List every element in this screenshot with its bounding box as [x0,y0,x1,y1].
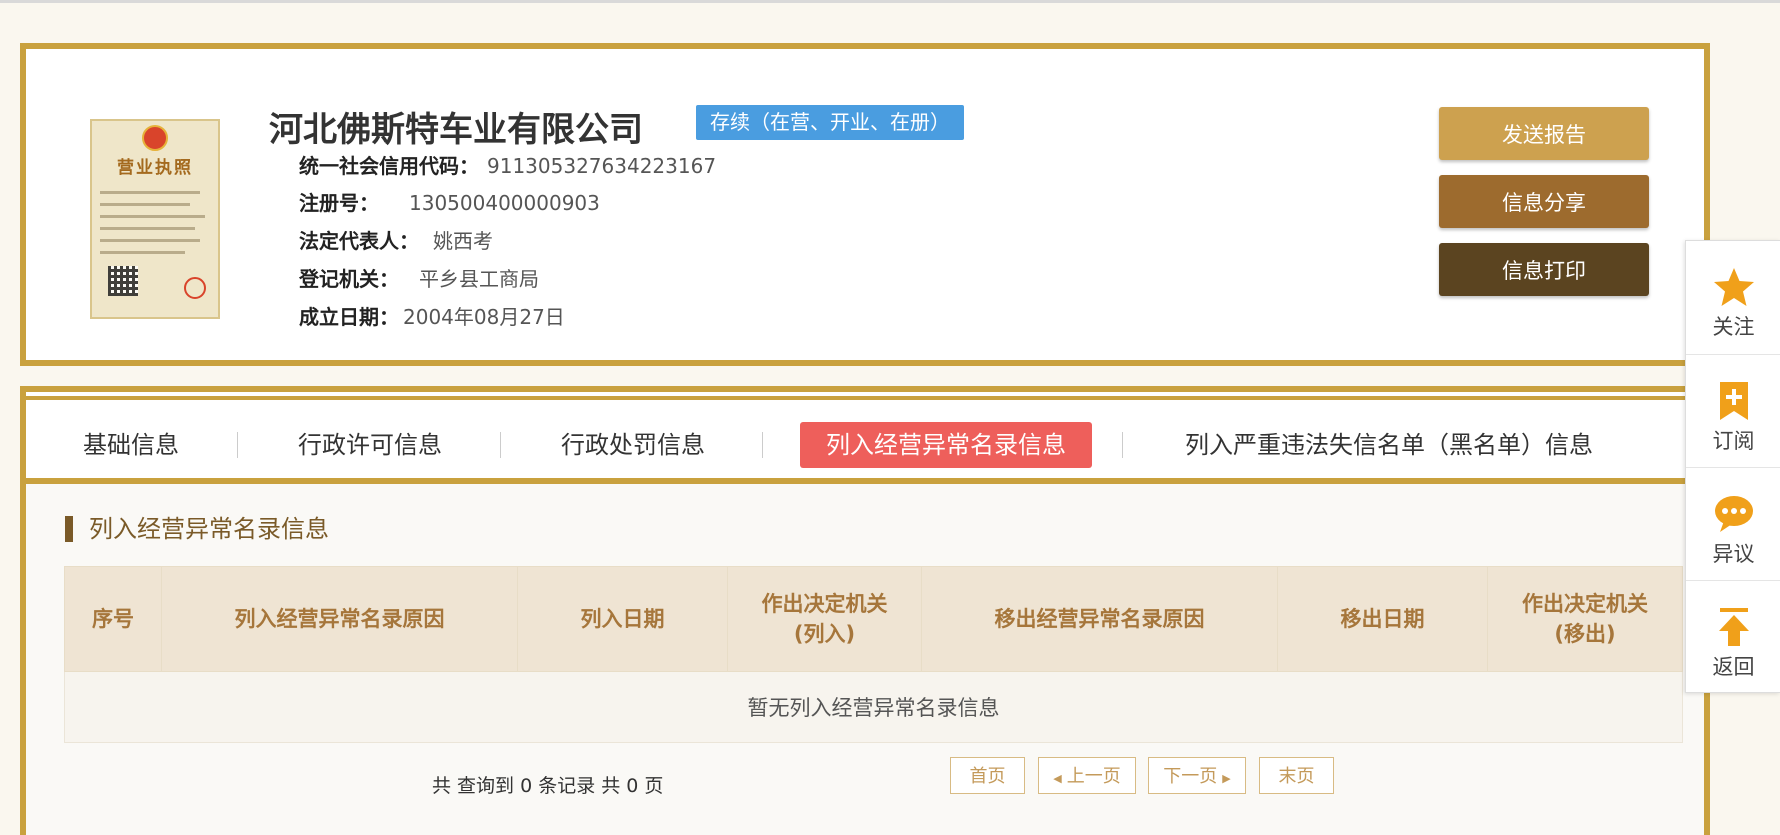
info-registration-authority: 登记机关： 平乡县工商局 [299,267,539,291]
tab-bar: 基础信息 行政许可信息 行政处罚信息 列入经营异常名录信息 列入严重违法失信名单… [26,386,1704,484]
column-header-listing-reason: 列入经营异常名录原因 [161,566,518,672]
column-header-removal-authority: 作出决定机关 (移出) [1487,566,1683,672]
back-to-top-button[interactable]: 返回 [1686,580,1780,694]
last-page-button[interactable]: 末页 [1259,757,1334,794]
pagination-summary: 共 查询到 0 条记录 共 0 页 [432,775,664,797]
section-title: 列入经营异常名录信息 [65,516,329,542]
follow-button[interactable]: 关注 [1686,241,1780,354]
star-icon [1713,268,1754,306]
company-name: 河北佛斯特车业有限公司 [269,110,643,150]
business-license-image: 营业执照 [90,119,220,319]
info-credit-code: 统一社会信用代码： 911305327634223167 [299,154,717,178]
status-badge: 存续（在营、开业、在册） [696,105,964,140]
abnormal-list-table: 序号 列入经营异常名录原因 列入日期 作出决定机关 (列入) 移出经营异常名录原… [64,566,1683,743]
floating-toolbar: 关注 订阅 异议 返回 [1685,240,1780,693]
share-info-button[interactable]: 信息分享 [1439,175,1649,228]
tab-administrative-license[interactable]: 行政许可信息 [298,422,442,468]
info-legal-representative: 法定代表人： 姚西考 [299,229,493,253]
prev-page-button[interactable]: ◀ 上一页 [1038,757,1136,794]
subscribe-button[interactable]: 订阅 [1686,354,1780,468]
tab-abnormal-operation-list[interactable]: 列入经营异常名录信息 [800,422,1092,468]
next-page-button[interactable]: 下一页 ▶ [1148,757,1246,794]
caret-left-icon: ◀ [1053,772,1062,785]
column-header-listing-authority: 作出决定机关 (列入) [727,566,922,672]
chat-bubble-icon [1714,496,1753,532]
caret-right-icon: ▶ [1222,772,1231,785]
tab-serious-violation-blacklist[interactable]: 列入严重违法失信名单（黑名单）信息 [1185,422,1593,468]
column-header-removal-reason: 移出经营异常名录原因 [921,566,1278,672]
license-title: 营业执照 [117,158,193,178]
table-header-row: 序号 列入经营异常名录原因 列入日期 作出决定机关 (列入) 移出经营异常名录原… [64,566,1683,672]
info-establishment-date: 成立日期： 2004年08月27日 [299,305,565,329]
qr-code-icon [108,266,138,296]
arrow-up-icon [1718,608,1749,646]
tab-basic-info[interactable]: 基础信息 [83,422,179,468]
column-header-removal-date: 移出日期 [1277,566,1488,672]
bookmark-plus-icon [1719,382,1748,420]
national-emblem-icon [142,125,168,151]
empty-message: 暂无列入经营异常名录信息 [64,671,1683,743]
company-header-card: 营业执照 河北佛斯特车业有限公司 存续（在营、开业、在册） 统一社会信用代码： 9… [20,43,1710,366]
print-info-button[interactable]: 信息打印 [1439,243,1649,296]
column-header-index: 序号 [64,566,162,672]
column-header-listing-date: 列入日期 [517,566,728,672]
first-page-button[interactable]: 首页 [950,757,1025,794]
seal-stamp-icon [184,277,206,299]
objection-button[interactable]: 异议 [1686,467,1780,581]
top-border [0,0,1780,3]
main-content-card: 基础信息 行政许可信息 行政处罚信息 列入经营异常名录信息 列入严重违法失信名单… [20,386,1710,835]
table-row: 暂无列入经营异常名录信息 [64,671,1683,743]
tab-administrative-penalty[interactable]: 行政处罚信息 [561,422,705,468]
info-registration-number: 注册号： 130500400000903 [299,191,600,215]
send-report-button[interactable]: 发送报告 [1439,107,1649,160]
